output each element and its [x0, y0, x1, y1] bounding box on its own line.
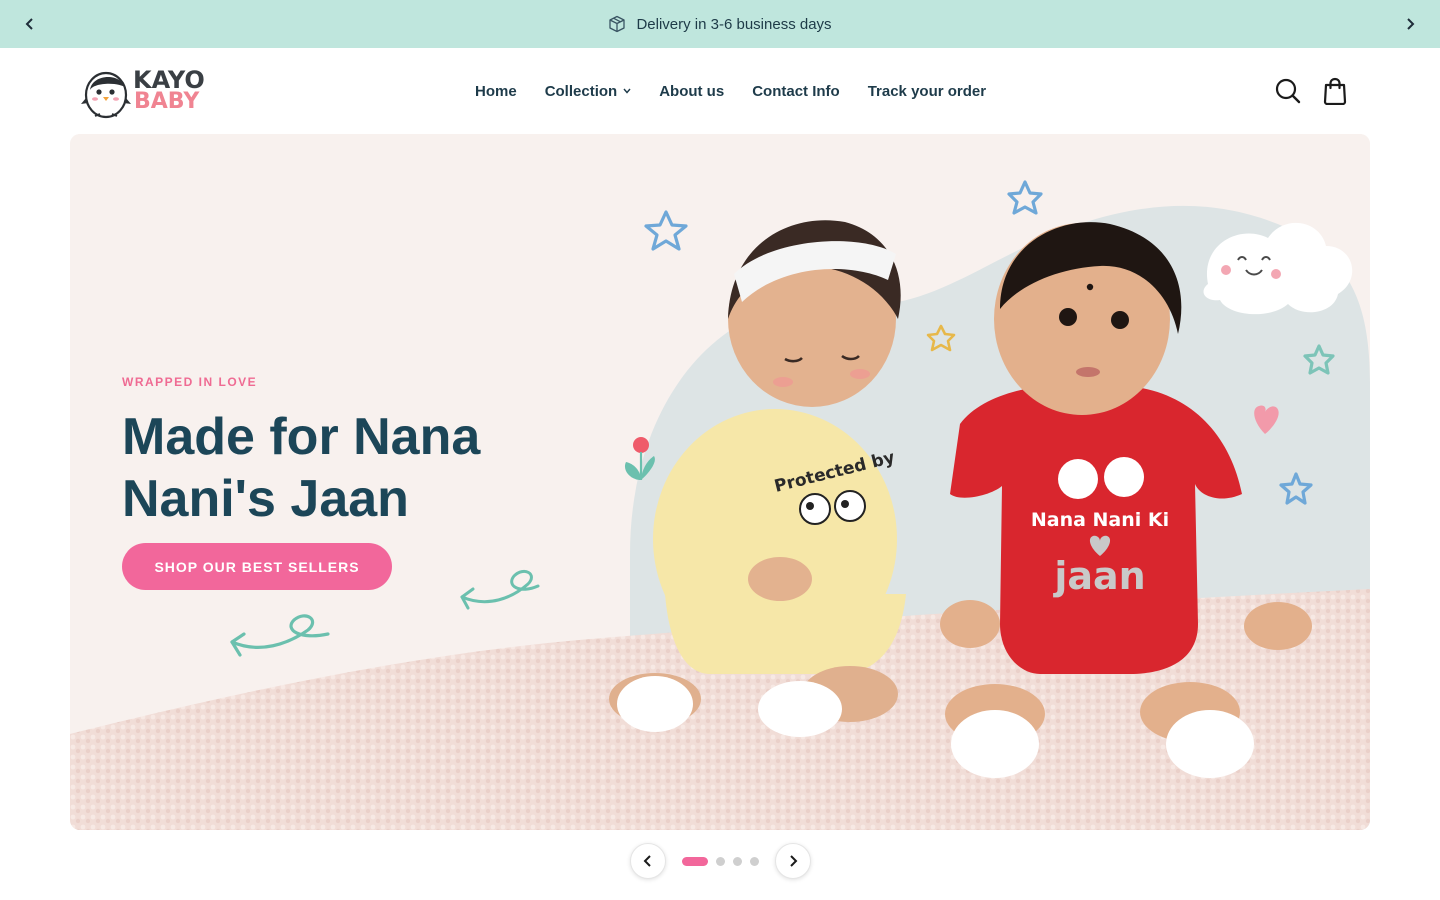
brand-logo[interactable]: KAYO BABY	[80, 64, 212, 120]
shirt-text-nana-nani-ki: Nana Nani Ki	[1031, 509, 1169, 531]
main-nav: Home Collection About us Contact Info Tr…	[475, 48, 986, 134]
shopping-bag-icon	[1323, 77, 1347, 106]
logo-text-line2: BABY	[134, 89, 200, 114]
chevron-right-icon	[790, 855, 798, 867]
shop-best-sellers-button[interactable]: SHOP OUR BEST SELLERS	[122, 543, 392, 590]
nav-home[interactable]: Home	[475, 83, 517, 100]
slide-dot-4[interactable]	[750, 857, 759, 866]
announcement-bar: Delivery in 3-6 business days	[0, 0, 1440, 48]
nav-contact-info[interactable]: Contact Info	[752, 83, 840, 100]
cart-button[interactable]	[1322, 77, 1350, 106]
hero-eyebrow: WRAPPED IN LOVE	[122, 375, 258, 389]
nav-collection-label: Collection	[544, 82, 618, 100]
slideshow-controls	[0, 843, 1440, 881]
slide-next-button[interactable]	[775, 843, 811, 879]
slide-dot-1[interactable]	[682, 857, 708, 866]
chevron-left-icon	[643, 855, 651, 867]
announcement-next-button[interactable]	[1399, 13, 1421, 35]
hero-banner: Protected by Nana Nani Ki jaan WRAPPED I…	[70, 134, 1370, 830]
search-button[interactable]	[1274, 77, 1302, 105]
chevron-right-icon	[1407, 18, 1415, 30]
penguin-logo-icon	[81, 71, 131, 119]
search-icon	[1275, 78, 1301, 104]
slide-dot-2[interactable]	[716, 857, 725, 866]
nav-about-us[interactable]: About us	[659, 83, 724, 100]
hero-headline: Made for Nana Nani's Jaan	[122, 408, 481, 528]
nav-track-order[interactable]: Track your order	[868, 83, 986, 100]
slide-dot-3[interactable]	[733, 857, 742, 866]
announcement-text: Delivery in 3-6 business days	[636, 15, 832, 33]
shirt-text-jaan: jaan	[1052, 554, 1145, 598]
site-header: KAYO BABY Home Collection About us Conta…	[0, 48, 1440, 134]
chevron-down-icon	[623, 88, 631, 94]
announcement-message: Delivery in 3-6 business days	[0, 0, 1440, 48]
nav-collection[interactable]: Collection	[545, 83, 632, 100]
package-icon	[609, 15, 626, 33]
slide-prev-button[interactable]	[630, 843, 666, 879]
